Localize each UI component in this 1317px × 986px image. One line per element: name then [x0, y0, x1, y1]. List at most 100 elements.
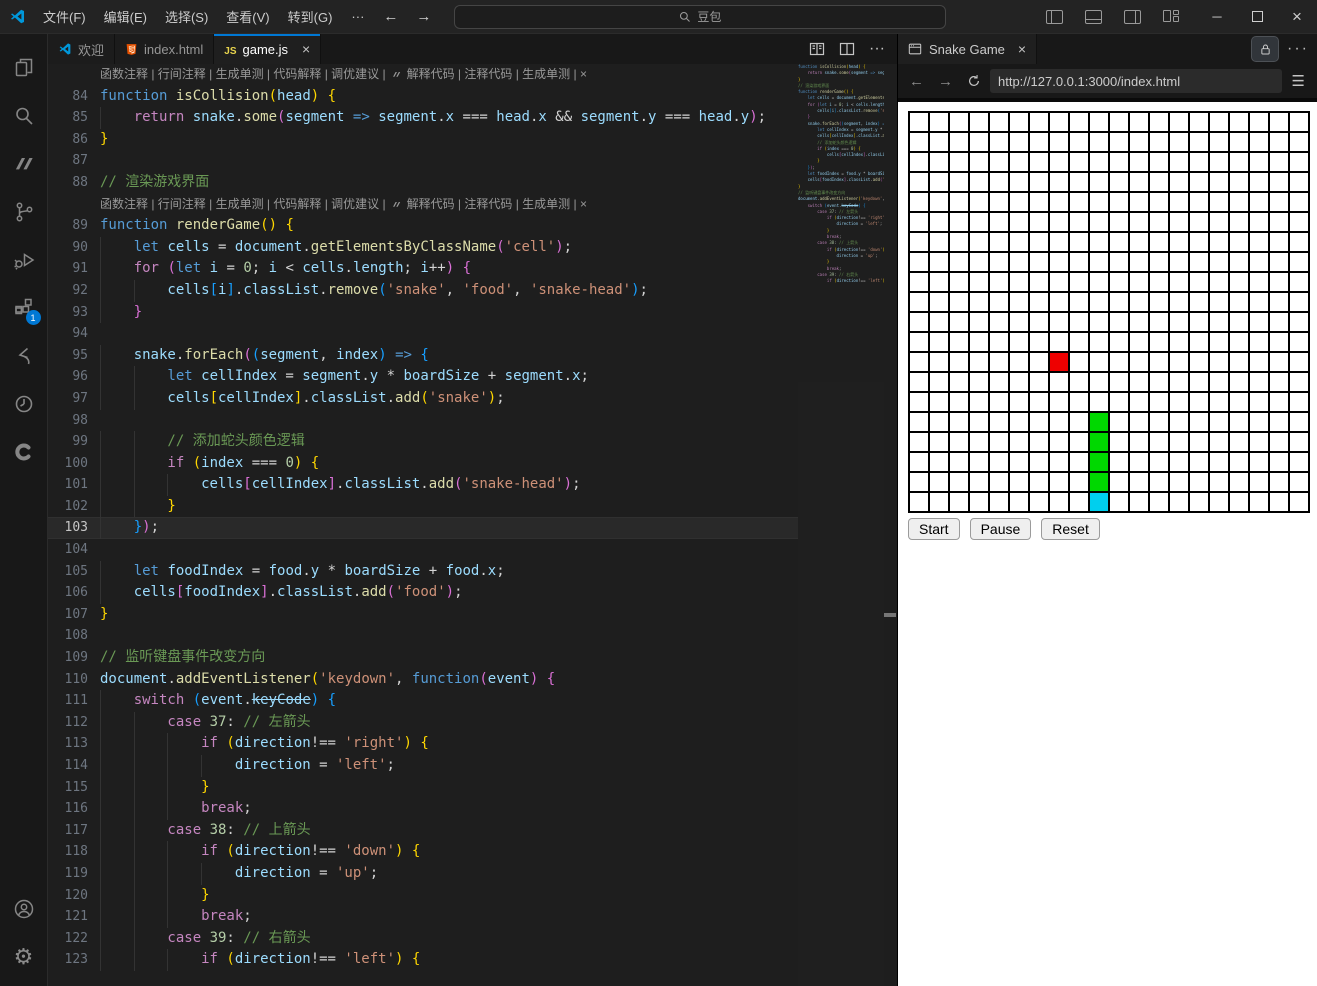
tab-game.js[interactable]: JS game.js ×	[214, 34, 322, 64]
code-row-89[interactable]: 89 function renderGame() {	[48, 215, 798, 237]
grid-cell	[1130, 133, 1148, 151]
close-window-button[interactable]: ×	[1277, 0, 1317, 33]
code-row-92[interactable]: 92 cells[i].classList.remove('snake', 'f…	[48, 280, 798, 302]
settings-gear-icon[interactable]: ⚙	[0, 933, 48, 981]
code-row-101[interactable]: 101 cells[cellIndex].classList.add('snak…	[48, 474, 798, 496]
code-row-93[interactable]: 93 }	[48, 302, 798, 324]
grid-cell	[1230, 253, 1248, 271]
code-editor[interactable]: 函数注释 | 行间注释 | 生成单测 | 代码解释 | 调优建议 | 解释代码 |…	[48, 64, 897, 986]
code-row-107[interactable]: 107}	[48, 604, 798, 626]
code-row-123[interactable]: 123 if (direction!== 'left') {	[48, 949, 798, 971]
code-row-110[interactable]: 110 document.addEventListener('keydown', …	[48, 669, 798, 691]
menu-item-1[interactable]: 编辑(E)	[95, 7, 156, 26]
grid-cell	[930, 333, 948, 351]
menu-overflow[interactable]: ···	[341, 9, 374, 24]
close-tab-icon[interactable]: ×	[302, 41, 310, 57]
code-row-85[interactable]: 85 return snake.some(segment => segment.…	[48, 107, 798, 129]
code-row-94[interactable]: 94	[48, 323, 798, 345]
grid-cell	[1190, 393, 1208, 411]
code-row-122[interactable]: 122 case 39: // 右箭头	[48, 928, 798, 950]
maximize-button[interactable]	[1237, 0, 1277, 33]
browser-forward-icon[interactable]: →	[933, 73, 958, 90]
pause-button[interactable]: Pause	[969, 518, 1032, 540]
rollback-icon[interactable]	[0, 332, 48, 380]
c-extension-icon[interactable]	[0, 428, 48, 476]
code-row-115[interactable]: 115 }	[48, 777, 798, 799]
account-icon[interactable]	[0, 885, 48, 933]
close-panel-tab-icon[interactable]: ×	[1018, 41, 1026, 57]
minimap[interactable]: function isCollision(head) { return snak…	[798, 64, 884, 986]
code-row-105[interactable]: 105 let foodIndex = food.y * boardSize +…	[48, 561, 798, 583]
menu-item-2[interactable]: 选择(S)	[156, 7, 217, 26]
browser-back-icon[interactable]: ←	[904, 73, 929, 90]
customize-layout-icon[interactable]	[1163, 10, 1179, 23]
browser-reload-icon[interactable]	[962, 74, 986, 88]
code-row-91[interactable]: 91 for (let i = 0; i < cells.length; i++…	[48, 258, 798, 280]
code-row-108[interactable]: 108	[48, 625, 798, 647]
code-row-95[interactable]: 95 snake.forEach((segment, index) => {	[48, 345, 798, 367]
menu-item-3[interactable]: 查看(V)	[217, 7, 278, 26]
toggle-secondary-sidebar-icon[interactable]	[1124, 9, 1141, 24]
command-center-search[interactable]: 豆包	[454, 4, 947, 29]
explorer-icon[interactable]	[0, 44, 48, 92]
split-editor-icon[interactable]	[839, 41, 855, 57]
tab-欢迎[interactable]: 欢迎	[48, 34, 116, 64]
code-row-100[interactable]: 100 if (index === 0) {	[48, 453, 798, 475]
grid-cell	[1010, 233, 1028, 251]
timeline-icon[interactable]	[0, 380, 48, 428]
grid-cell	[1170, 293, 1188, 311]
code-row-106[interactable]: 106 cells[foodIndex].classList.add('food…	[48, 582, 798, 604]
lock-button[interactable]	[1251, 36, 1280, 62]
nav-forward-icon[interactable]: →	[407, 8, 440, 25]
code-row-111[interactable]: 111 switch (event.keyCode) {	[48, 690, 798, 712]
browser-menu-icon[interactable]: ☰	[1286, 72, 1311, 90]
code-row-84[interactable]: 84 function isCollision(head) {	[48, 86, 798, 108]
nav-back-icon[interactable]: ←	[374, 8, 407, 25]
code-row-102[interactable]: 102 }	[48, 496, 798, 518]
code-row-87[interactable]: 87	[48, 150, 798, 172]
open-preview-icon[interactable]	[809, 41, 825, 57]
code-row-114[interactable]: 114 direction = 'left';	[48, 755, 798, 777]
grid-cell	[1290, 493, 1308, 511]
minimize-button[interactable]: ─	[1197, 0, 1237, 33]
code-row-109[interactable]: 109// 监听键盘事件改变方向	[48, 647, 798, 669]
toggle-sidebar-icon[interactable]	[1046, 9, 1063, 24]
codelens-row[interactable]: 函数注释 | 行间注释 | 生成单测 | 代码解释 | 调优建议 | 解释代码 |…	[48, 64, 798, 86]
code-row-116[interactable]: 116 break;	[48, 798, 798, 820]
menu-item-4[interactable]: 转到(G)	[279, 7, 342, 26]
run-debug-icon[interactable]	[0, 236, 48, 284]
code-row-112[interactable]: 112 case 37: // 左箭头	[48, 712, 798, 734]
code-row-99[interactable]: 99 // 添加蛇头颜色逻辑	[48, 431, 798, 453]
search-sidebar-icon[interactable]	[0, 92, 48, 140]
tab-snake-game[interactable]: Snake Game ×	[898, 34, 1038, 64]
code-row-118[interactable]: 118 if (direction!== 'down') {	[48, 841, 798, 863]
code-row-117[interactable]: 117 case 38: // 上箭头	[48, 820, 798, 842]
reset-button[interactable]: Reset	[1041, 518, 1100, 540]
editor-more-actions-icon[interactable]: ···	[869, 40, 885, 58]
url-bar[interactable]: http://127.0.0.1:3000/index.html	[990, 69, 1282, 93]
code-row-119[interactable]: 119 direction = 'up';	[48, 863, 798, 885]
toggle-panel-icon[interactable]	[1085, 9, 1102, 24]
marscode-icon[interactable]	[0, 140, 48, 188]
code-row-98[interactable]: 98	[48, 410, 798, 432]
code-row-121[interactable]: 121 break;	[48, 906, 798, 928]
extensions-icon[interactable]: 1	[0, 284, 48, 332]
panel-more-actions-icon[interactable]: ···	[1287, 40, 1309, 58]
tab-index.html[interactable]: index.html	[115, 34, 215, 64]
code-row-113[interactable]: 113 if (direction!== 'right') {	[48, 733, 798, 755]
code-row-86[interactable]: 86}	[48, 129, 798, 151]
menu-item-0[interactable]: 文件(F)	[34, 7, 95, 26]
code-row-96[interactable]: 96 let cellIndex = segment.y * boardSize…	[48, 366, 798, 388]
source-control-icon[interactable]	[0, 188, 48, 236]
overview-ruler[interactable]	[884, 64, 897, 986]
code-row-88[interactable]: 88// 渲染游戏界面	[48, 172, 798, 194]
code-row-104[interactable]: 104	[48, 539, 798, 561]
code-row-103[interactable]: 103 });	[48, 517, 798, 540]
code-row-90[interactable]: 90 let cells = document.getElementsByCla…	[48, 237, 798, 259]
code-row-120[interactable]: 120 }	[48, 885, 798, 907]
grid-cell	[1190, 193, 1208, 211]
grid-cell	[1130, 413, 1148, 431]
codelens-row[interactable]: 函数注释 | 行间注释 | 生成单测 | 代码解释 | 调优建议 | 解释代码 |…	[48, 194, 798, 216]
code-row-97[interactable]: 97 cells[cellIndex].classList.add('snake…	[48, 388, 798, 410]
start-button[interactable]: Start	[908, 518, 960, 540]
